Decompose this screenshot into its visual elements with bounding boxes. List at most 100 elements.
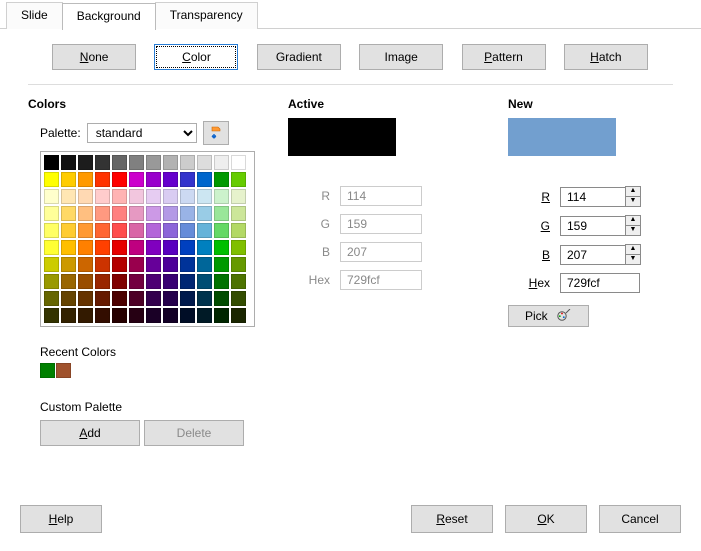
- color-grid[interactable]: [40, 151, 255, 327]
- color-swatch[interactable]: [78, 223, 93, 238]
- new-r-field[interactable]: [560, 187, 626, 207]
- color-swatch[interactable]: [146, 274, 161, 289]
- color-swatch[interactable]: [180, 155, 195, 170]
- color-swatch[interactable]: [180, 172, 195, 187]
- color-swatch[interactable]: [214, 223, 229, 238]
- color-swatch[interactable]: [112, 274, 127, 289]
- color-swatch[interactable]: [44, 257, 59, 272]
- color-swatch[interactable]: [146, 291, 161, 306]
- color-swatch[interactable]: [231, 189, 246, 204]
- color-swatch[interactable]: [112, 189, 127, 204]
- color-swatch[interactable]: [44, 240, 59, 255]
- color-swatch[interactable]: [95, 172, 110, 187]
- color-swatch[interactable]: [61, 155, 76, 170]
- tab-transparency[interactable]: Transparency: [155, 2, 258, 29]
- color-swatch[interactable]: [146, 155, 161, 170]
- color-swatch[interactable]: [231, 274, 246, 289]
- color-swatch[interactable]: [61, 240, 76, 255]
- new-g-spinner[interactable]: ▲▼: [625, 215, 641, 236]
- color-swatch[interactable]: [112, 223, 127, 238]
- color-swatch[interactable]: [214, 308, 229, 323]
- color-swatch[interactable]: [61, 172, 76, 187]
- color-swatch[interactable]: [163, 206, 178, 221]
- new-g-field[interactable]: [560, 216, 626, 236]
- tab-background[interactable]: Background: [62, 3, 156, 30]
- color-swatch[interactable]: [214, 257, 229, 272]
- color-swatch[interactable]: [112, 155, 127, 170]
- color-swatch[interactable]: [146, 172, 161, 187]
- color-swatch[interactable]: [146, 240, 161, 255]
- color-swatch[interactable]: [129, 206, 144, 221]
- color-swatch[interactable]: [78, 172, 93, 187]
- color-swatch[interactable]: [231, 240, 246, 255]
- color-swatch[interactable]: [180, 274, 195, 289]
- color-swatch[interactable]: [95, 257, 110, 272]
- color-swatch[interactable]: [44, 308, 59, 323]
- color-swatch[interactable]: [180, 257, 195, 272]
- color-swatch[interactable]: [129, 308, 144, 323]
- color-swatch[interactable]: [197, 257, 212, 272]
- color-swatch[interactable]: [44, 189, 59, 204]
- color-swatch[interactable]: [180, 189, 195, 204]
- color-swatch[interactable]: [214, 291, 229, 306]
- color-swatch[interactable]: [163, 274, 178, 289]
- color-swatch[interactable]: [214, 155, 229, 170]
- color-swatch[interactable]: [197, 308, 212, 323]
- cancel-button[interactable]: Cancel: [599, 505, 681, 533]
- color-swatch[interactable]: [163, 172, 178, 187]
- color-swatch[interactable]: [197, 223, 212, 238]
- new-hex-field[interactable]: [560, 273, 640, 293]
- color-swatch[interactable]: [61, 291, 76, 306]
- color-swatch[interactable]: [231, 155, 246, 170]
- color-swatch[interactable]: [214, 189, 229, 204]
- color-swatch[interactable]: [61, 308, 76, 323]
- color-swatch[interactable]: [61, 257, 76, 272]
- color-swatch[interactable]: [112, 240, 127, 255]
- recent-color-swatch[interactable]: [40, 363, 55, 378]
- fill-none-button[interactable]: None: [52, 44, 136, 70]
- color-swatch[interactable]: [44, 155, 59, 170]
- pick-color-button[interactable]: Pick: [508, 305, 589, 327]
- color-swatch[interactable]: [44, 274, 59, 289]
- color-swatch[interactable]: [112, 291, 127, 306]
- color-swatch[interactable]: [214, 240, 229, 255]
- color-swatch[interactable]: [197, 155, 212, 170]
- color-swatch[interactable]: [180, 291, 195, 306]
- color-swatch[interactable]: [112, 257, 127, 272]
- color-swatch[interactable]: [78, 206, 93, 221]
- palette-extension-icon[interactable]: [203, 121, 229, 145]
- color-swatch[interactable]: [78, 189, 93, 204]
- color-swatch[interactable]: [61, 206, 76, 221]
- color-swatch[interactable]: [163, 291, 178, 306]
- color-swatch[interactable]: [146, 308, 161, 323]
- color-swatch[interactable]: [231, 308, 246, 323]
- color-swatch[interactable]: [44, 291, 59, 306]
- add-custom-color-button[interactable]: Add: [40, 420, 140, 446]
- color-swatch[interactable]: [231, 206, 246, 221]
- recent-color-swatch[interactable]: [56, 363, 71, 378]
- color-swatch[interactable]: [95, 223, 110, 238]
- color-swatch[interactable]: [129, 240, 144, 255]
- color-swatch[interactable]: [163, 257, 178, 272]
- color-swatch[interactable]: [163, 240, 178, 255]
- color-swatch[interactable]: [197, 274, 212, 289]
- color-swatch[interactable]: [112, 206, 127, 221]
- color-swatch[interactable]: [95, 206, 110, 221]
- color-swatch[interactable]: [197, 172, 212, 187]
- color-swatch[interactable]: [78, 308, 93, 323]
- color-swatch[interactable]: [231, 172, 246, 187]
- color-swatch[interactable]: [231, 291, 246, 306]
- reset-button[interactable]: Reset: [411, 505, 493, 533]
- new-b-spinner[interactable]: ▲▼: [625, 244, 641, 265]
- color-swatch[interactable]: [214, 172, 229, 187]
- ok-button[interactable]: OK: [505, 505, 587, 533]
- color-swatch[interactable]: [129, 189, 144, 204]
- fill-color-button[interactable]: Color: [154, 44, 238, 70]
- color-swatch[interactable]: [231, 223, 246, 238]
- color-swatch[interactable]: [146, 189, 161, 204]
- fill-hatch-button[interactable]: Hatch: [564, 44, 648, 70]
- color-swatch[interactable]: [197, 206, 212, 221]
- color-swatch[interactable]: [95, 308, 110, 323]
- color-swatch[interactable]: [112, 172, 127, 187]
- color-swatch[interactable]: [214, 206, 229, 221]
